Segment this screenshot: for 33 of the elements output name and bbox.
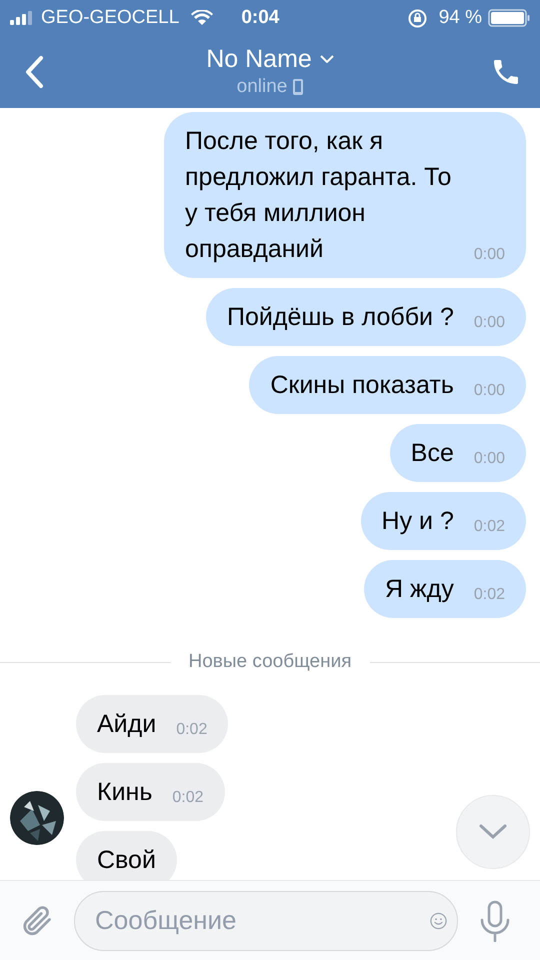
message-time: 0:00: [474, 245, 505, 265]
message-time: 0:02: [474, 517, 505, 537]
message-text: Пойдёшь в лобби ?: [227, 302, 454, 333]
message-text: Кинь: [97, 776, 152, 808]
online-status: online: [236, 75, 288, 99]
message-time: 0:00: [474, 313, 505, 333]
clock-time: 0:04: [241, 6, 280, 30]
message-text: Я жду: [385, 574, 454, 605]
avatar[interactable]: [10, 790, 64, 844]
message-text: Скины показать: [270, 370, 454, 401]
message-text: Свой: [97, 844, 156, 876]
wifi-icon: [191, 10, 214, 26]
message-time: 0:02: [176, 720, 208, 740]
chevron-down-icon: [320, 55, 334, 63]
message-text: Все: [410, 438, 454, 469]
message-text: После того, как я предложил гаранта. То у тебя миллион оправданий: [185, 126, 452, 265]
chat-title[interactable]: No Name: [206, 44, 312, 74]
message-time: 0:02: [172, 788, 204, 808]
phone-icon: [293, 79, 304, 95]
battery-icon: [488, 9, 530, 27]
message-time: 0:02: [474, 585, 505, 605]
message-text: Ну и ?: [382, 506, 454, 537]
message-input-field[interactable]: Сообщение: [74, 890, 458, 950]
battery-percent: 94 %: [438, 6, 482, 30]
new-messages-divider: Новые сообщения: [188, 650, 352, 674]
message-time: 0:00: [474, 449, 505, 469]
carrier-name: GEO-GEOCELL: [41, 6, 180, 30]
chevron-down-icon: [479, 824, 507, 840]
rotation-lock-icon: [408, 8, 427, 28]
message-time: 0:00: [474, 381, 505, 401]
microphone-icon[interactable]: [478, 900, 512, 942]
message-text: Айди: [97, 708, 156, 740]
back-icon: [24, 55, 44, 89]
